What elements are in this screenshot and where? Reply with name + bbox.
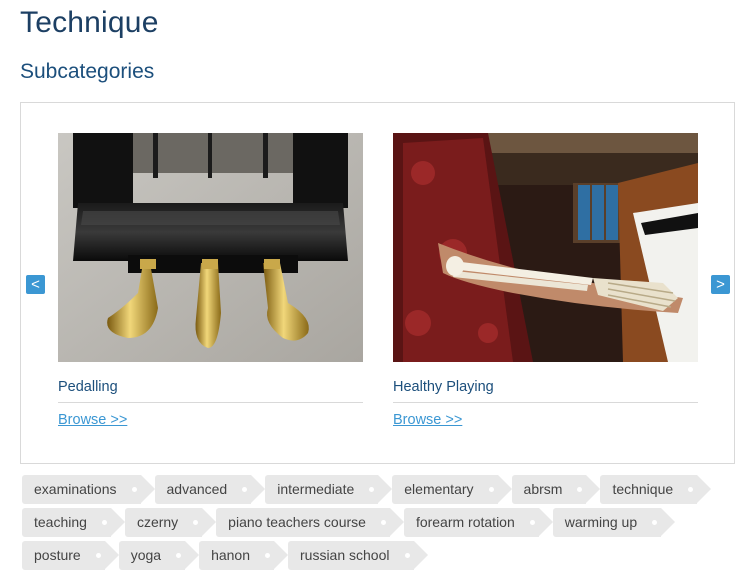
subcategory-carousel: < Pedalling Browse >> Healthy Playing Br…: [20, 102, 735, 464]
tag-advanced[interactable]: advanced: [154, 475, 265, 504]
browse-link[interactable]: Browse >>: [393, 412, 462, 428]
tag-posture[interactable]: posture: [22, 541, 119, 570]
tag-czerny[interactable]: czerny: [124, 508, 217, 537]
tag-row: examinations advanced intermediate eleme…: [22, 475, 742, 504]
carousel-prev-button[interactable]: <: [26, 275, 45, 294]
tag-forearm-rotation[interactable]: forearm rotation: [403, 508, 553, 537]
tag-row: posture yoga hanon russian school: [22, 541, 742, 570]
subcategory-card-healthy-playing: Healthy Playing Browse >>: [393, 133, 698, 429]
tag-yoga[interactable]: yoga: [118, 541, 200, 570]
arm-bones-piano-image[interactable]: [393, 133, 698, 362]
tag-elementary[interactable]: elementary: [392, 475, 512, 504]
card-title[interactable]: Healthy Playing: [393, 379, 698, 403]
tag-teaching[interactable]: teaching: [22, 508, 125, 537]
tag-intermediate[interactable]: intermediate: [265, 475, 393, 504]
subcategories-heading: Subcategories: [20, 60, 155, 83]
tag-technique[interactable]: technique: [600, 475, 711, 504]
piano-pedals-image[interactable]: [58, 133, 363, 362]
subcategory-card-pedalling: Pedalling Browse >>: [58, 133, 363, 429]
tag-row: teaching czerny piano teachers course fo…: [22, 508, 742, 537]
browse-link[interactable]: Browse >>: [58, 412, 127, 428]
tag-cloud: examinations advanced intermediate eleme…: [22, 475, 742, 574]
carousel-next-button[interactable]: >: [711, 275, 730, 294]
page-title: Technique: [20, 6, 159, 39]
tag-piano-teachers-course[interactable]: piano teachers course: [216, 508, 404, 537]
tag-abrsm[interactable]: abrsm: [511, 475, 601, 504]
card-title[interactable]: Pedalling: [58, 379, 363, 403]
tag-russian-school[interactable]: russian school: [288, 541, 427, 570]
tag-warming-up[interactable]: warming up: [552, 508, 676, 537]
tag-examinations[interactable]: examinations: [22, 475, 154, 504]
tag-hanon[interactable]: hanon: [199, 541, 288, 570]
